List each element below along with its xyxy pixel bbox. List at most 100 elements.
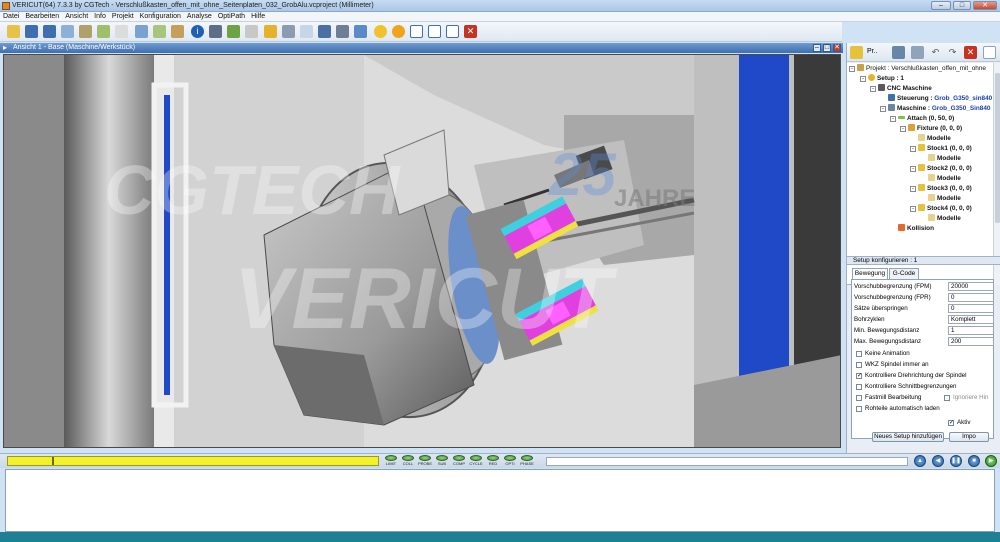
- tree-expander[interactable]: -: [890, 116, 896, 122]
- tree-expander[interactable]: -: [910, 186, 916, 192]
- menu-info[interactable]: Info: [91, 12, 109, 20]
- project-tree-icon[interactable]: [850, 46, 863, 59]
- checkbox-spindle-direction[interactable]: ✓: [856, 373, 862, 379]
- led-phase[interactable]: PHASE: [519, 455, 535, 468]
- section-icon[interactable]: [300, 25, 313, 38]
- tree-node-stock[interactable]: Stock3 (0, 0, 0): [918, 184, 972, 194]
- simulation-viewport[interactable]: CGTECH VERICUT JAHRE 25: [3, 54, 841, 448]
- view-maximize-button[interactable]: □: [823, 44, 831, 52]
- tree-node-stock[interactable]: Stock4 (0, 0, 0): [918, 204, 972, 214]
- led-opti[interactable]: OPTI: [502, 455, 518, 468]
- minimize-button[interactable]: –: [931, 1, 951, 10]
- menu-konfiguration[interactable]: Konfiguration: [137, 12, 184, 20]
- checkbox-spindle-on[interactable]: [856, 362, 862, 368]
- save-icon[interactable]: [25, 25, 38, 38]
- progress-marker[interactable]: [52, 457, 55, 465]
- grid-icon[interactable]: [892, 46, 905, 59]
- info-icon[interactable]: i: [191, 25, 204, 38]
- checkbox-no-animation[interactable]: [856, 351, 862, 357]
- tree-scroll-thumb[interactable]: [995, 73, 1000, 223]
- rewind-icon[interactable]: ▲: [914, 455, 926, 467]
- open-folder-icon[interactable]: [7, 25, 20, 38]
- fix-icon[interactable]: [318, 25, 331, 38]
- menu-analyse[interactable]: Analyse: [184, 12, 215, 20]
- led-limit[interactable]: LIMIT: [383, 455, 399, 468]
- tree-node-setup[interactable]: Setup : 1: [868, 74, 904, 84]
- param-fpr-field[interactable]: 0: [948, 293, 994, 302]
- tree-scrollbar[interactable]: [993, 63, 1000, 285]
- save-as-icon[interactable]: [43, 25, 56, 38]
- led-probe[interactable]: PROBE: [417, 455, 433, 468]
- checkbox-fastmill[interactable]: [856, 395, 862, 401]
- review-icon[interactable]: [171, 25, 184, 38]
- tree-expander[interactable]: -: [860, 76, 866, 82]
- tab-bewegung[interactable]: Bewegung: [852, 268, 888, 279]
- tree-node-modelle[interactable]: Modelle: [928, 214, 961, 224]
- setup-icon[interactable]: [97, 25, 110, 38]
- param-fpm-field[interactable]: 20000: [948, 282, 994, 291]
- menu-optipath[interactable]: OptiPath: [215, 12, 248, 20]
- maximize-button[interactable]: □: [953, 1, 971, 10]
- light-bulb-icon[interactable]: [374, 25, 387, 38]
- tool-icon[interactable]: [79, 25, 92, 38]
- tab-gcode[interactable]: G-Code: [889, 268, 919, 279]
- menu-hilfe[interactable]: Hilfe: [248, 12, 268, 20]
- close-view-icon[interactable]: ✕: [464, 25, 477, 38]
- tree-node-project[interactable]: Projekt : Verschlußkasten_offen_mit_ohne: [857, 64, 986, 74]
- toolpath-icon[interactable]: [115, 25, 128, 38]
- compare-icon[interactable]: [209, 25, 222, 38]
- details-icon[interactable]: [983, 46, 996, 59]
- ncprogram-icon[interactable]: [153, 25, 166, 38]
- tree-node-steuerung[interactable]: Steuerung : Grob_G350_sin840: [888, 94, 992, 104]
- led-comp[interactable]: COMP: [451, 455, 467, 468]
- import-button[interactable]: Impo: [949, 432, 989, 442]
- menu-projekt[interactable]: Projekt: [109, 12, 137, 20]
- param-skip-field[interactable]: 0: [948, 304, 994, 313]
- zoom-icon[interactable]: [354, 25, 367, 38]
- led-red[interactable]: RED: [485, 455, 501, 468]
- menu-datei[interactable]: Datei: [0, 12, 22, 20]
- message-log[interactable]: [5, 469, 995, 532]
- simulation-progress[interactable]: [7, 456, 379, 466]
- param-max-dist-field[interactable]: 200: [948, 337, 994, 346]
- undo-icon[interactable]: ↶: [929, 46, 942, 59]
- play-icon[interactable]: ▶: [985, 455, 997, 467]
- tree-expander[interactable]: -: [880, 106, 886, 112]
- menu-bearbeiten[interactable]: Bearbeiten: [22, 12, 62, 20]
- checkbox-auto-load[interactable]: [856, 406, 862, 412]
- add-setup-button[interactable]: Neues Setup hinzufügen: [872, 432, 944, 442]
- tree-node-modelle[interactable]: Modelle: [928, 194, 961, 204]
- delete-icon[interactable]: ✕: [964, 46, 977, 59]
- close-button[interactable]: ✕: [973, 1, 997, 10]
- menu-ansicht[interactable]: Ansicht: [62, 12, 91, 20]
- checkbox-aktiv[interactable]: ✓: [948, 420, 954, 426]
- pause-icon[interactable]: ❚❚: [950, 455, 962, 467]
- redo-icon[interactable]: ↷: [946, 46, 959, 59]
- spindle-icon[interactable]: [264, 25, 277, 38]
- split-vertical-icon[interactable]: [428, 25, 441, 38]
- step-back-icon[interactable]: ◀: [932, 455, 944, 467]
- merge-icon[interactable]: [61, 25, 74, 38]
- measure-icon[interactable]: [282, 25, 295, 38]
- rotate-icon[interactable]: [336, 25, 349, 38]
- tree-node-maschine[interactable]: Maschine : Grob_G350_Sin840: [888, 104, 990, 114]
- view-close-button[interactable]: ✕: [833, 44, 841, 52]
- checkbox-ignore[interactable]: [944, 395, 950, 401]
- tree-expander[interactable]: -: [910, 206, 916, 212]
- tree-node-stock[interactable]: Stock2 (0, 0, 0): [918, 164, 972, 174]
- stop-icon[interactable]: ■: [968, 455, 980, 467]
- checkbox-cut-limits[interactable]: [856, 384, 862, 390]
- led-coll[interactable]: COLL: [400, 455, 416, 468]
- tree-node-fixture[interactable]: Fixture (0, 0, 0): [908, 124, 962, 134]
- tree-expander[interactable]: -: [910, 146, 916, 152]
- tools-icon[interactable]: [911, 46, 924, 59]
- view-minimize-button[interactable]: –: [813, 44, 821, 52]
- tree-node-stock[interactable]: Stock1 (0, 0, 0): [918, 144, 972, 154]
- tree-node-modelle[interactable]: Modelle: [918, 134, 951, 144]
- led-sub[interactable]: SUB: [434, 455, 450, 468]
- tree-expander[interactable]: -: [870, 86, 876, 92]
- machine-icon[interactable]: [227, 25, 240, 38]
- optipath-icon[interactable]: [392, 25, 405, 38]
- tree-node-attach[interactable]: Attach (0, 50, 0): [898, 114, 954, 124]
- param-cycles-select[interactable]: Komplett: [948, 315, 994, 324]
